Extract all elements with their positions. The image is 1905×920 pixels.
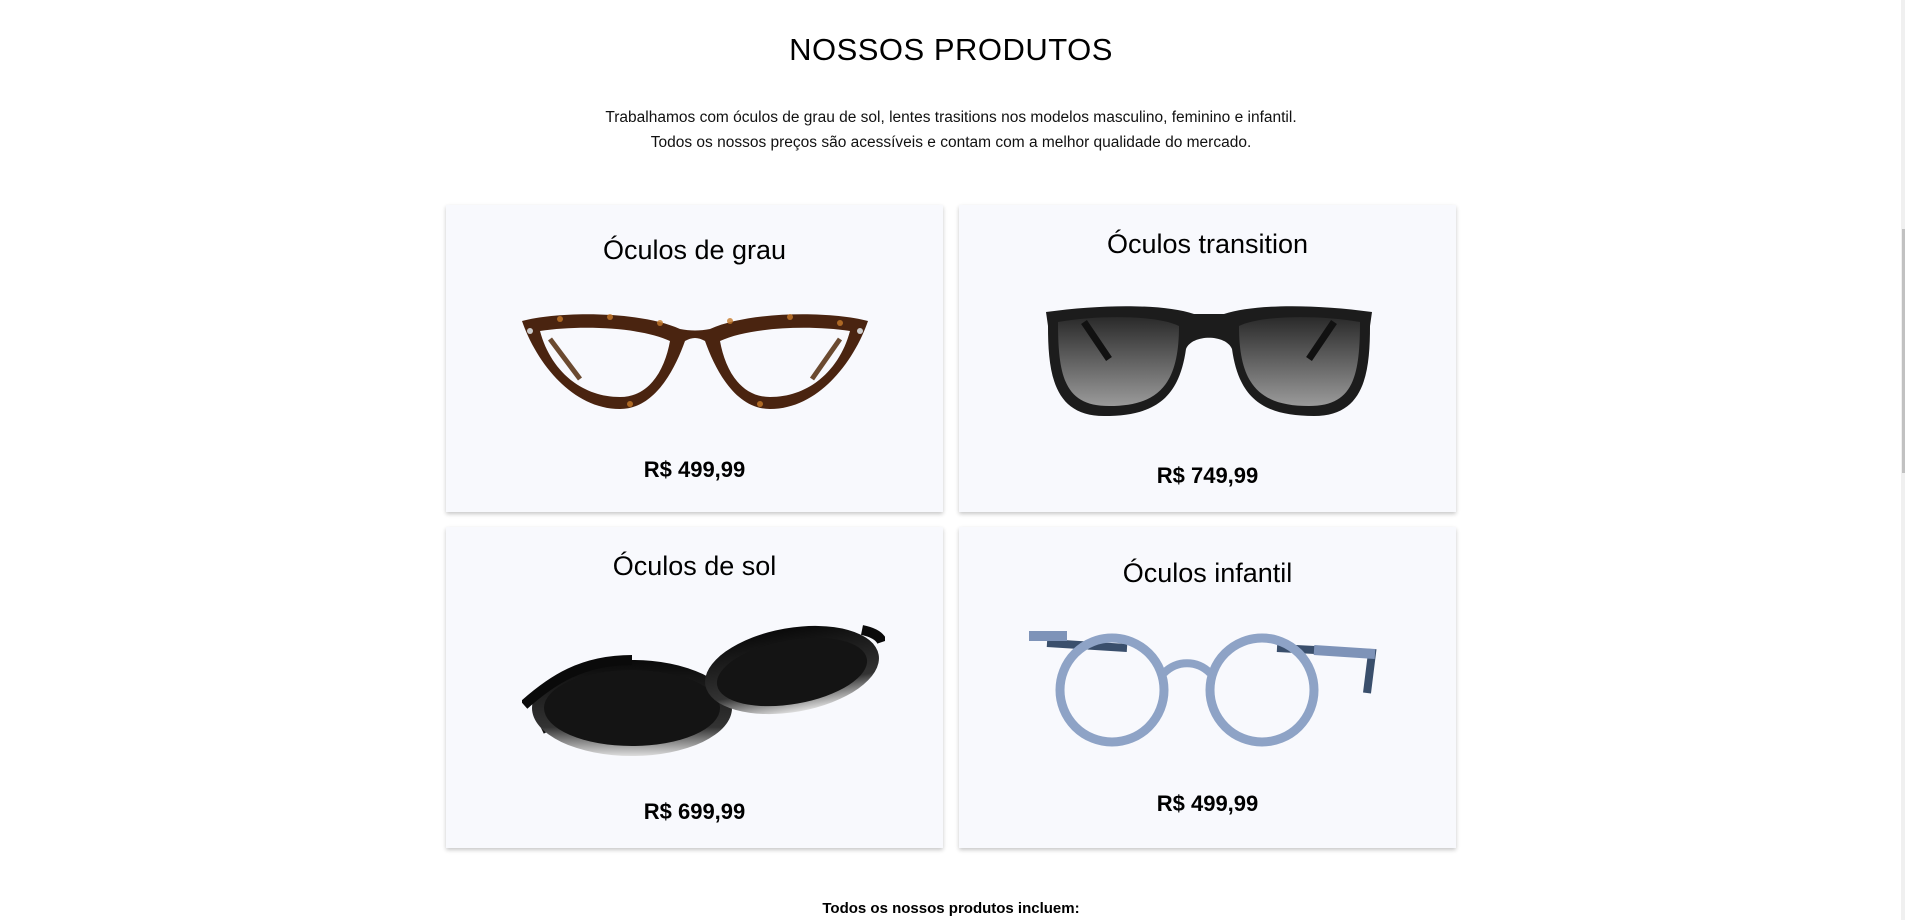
product-card-sol[interactable]: Óculos de sol R$ 699,99: [446, 527, 943, 848]
intro-line-2: Todos os nossos preços são acessíveis e …: [650, 134, 1252, 151]
product-card-transition[interactable]: Óculos transition R$ 749,99: [959, 205, 1456, 512]
product-card-infantil[interactable]: Óculos infantil R$ 499,99: [959, 527, 1456, 848]
product-title: Óculos de grau: [602, 235, 787, 265]
intro-line-1: Trabalhamos com óculos de grau de sol, l…: [605, 109, 1297, 126]
product-price: R$ 499,99: [643, 457, 746, 482]
product-title: Óculos infantil: [1122, 558, 1293, 588]
blue-round-glasses-icon: [1029, 631, 1377, 747]
product-title: Óculos de sol: [612, 551, 777, 581]
product-price: R$ 749,99: [1156, 463, 1259, 488]
black-round-sunglasses-icon: [522, 625, 885, 756]
product-price: R$ 699,99: [643, 799, 746, 824]
tortoise-cat-eye-glasses-icon: [522, 314, 868, 409]
product-card-grau[interactable]: Óculos de grau R$ 499,99: [446, 205, 943, 512]
page-title: NOSSOS PRODUTOS: [789, 32, 1113, 67]
product-price: R$ 499,99: [1156, 791, 1259, 816]
black-square-sunglasses-icon: [1046, 306, 1372, 416]
product-title: Óculos transition: [1106, 229, 1309, 259]
includes-heading: Todos os nossos produtos incluem:: [822, 900, 1080, 917]
